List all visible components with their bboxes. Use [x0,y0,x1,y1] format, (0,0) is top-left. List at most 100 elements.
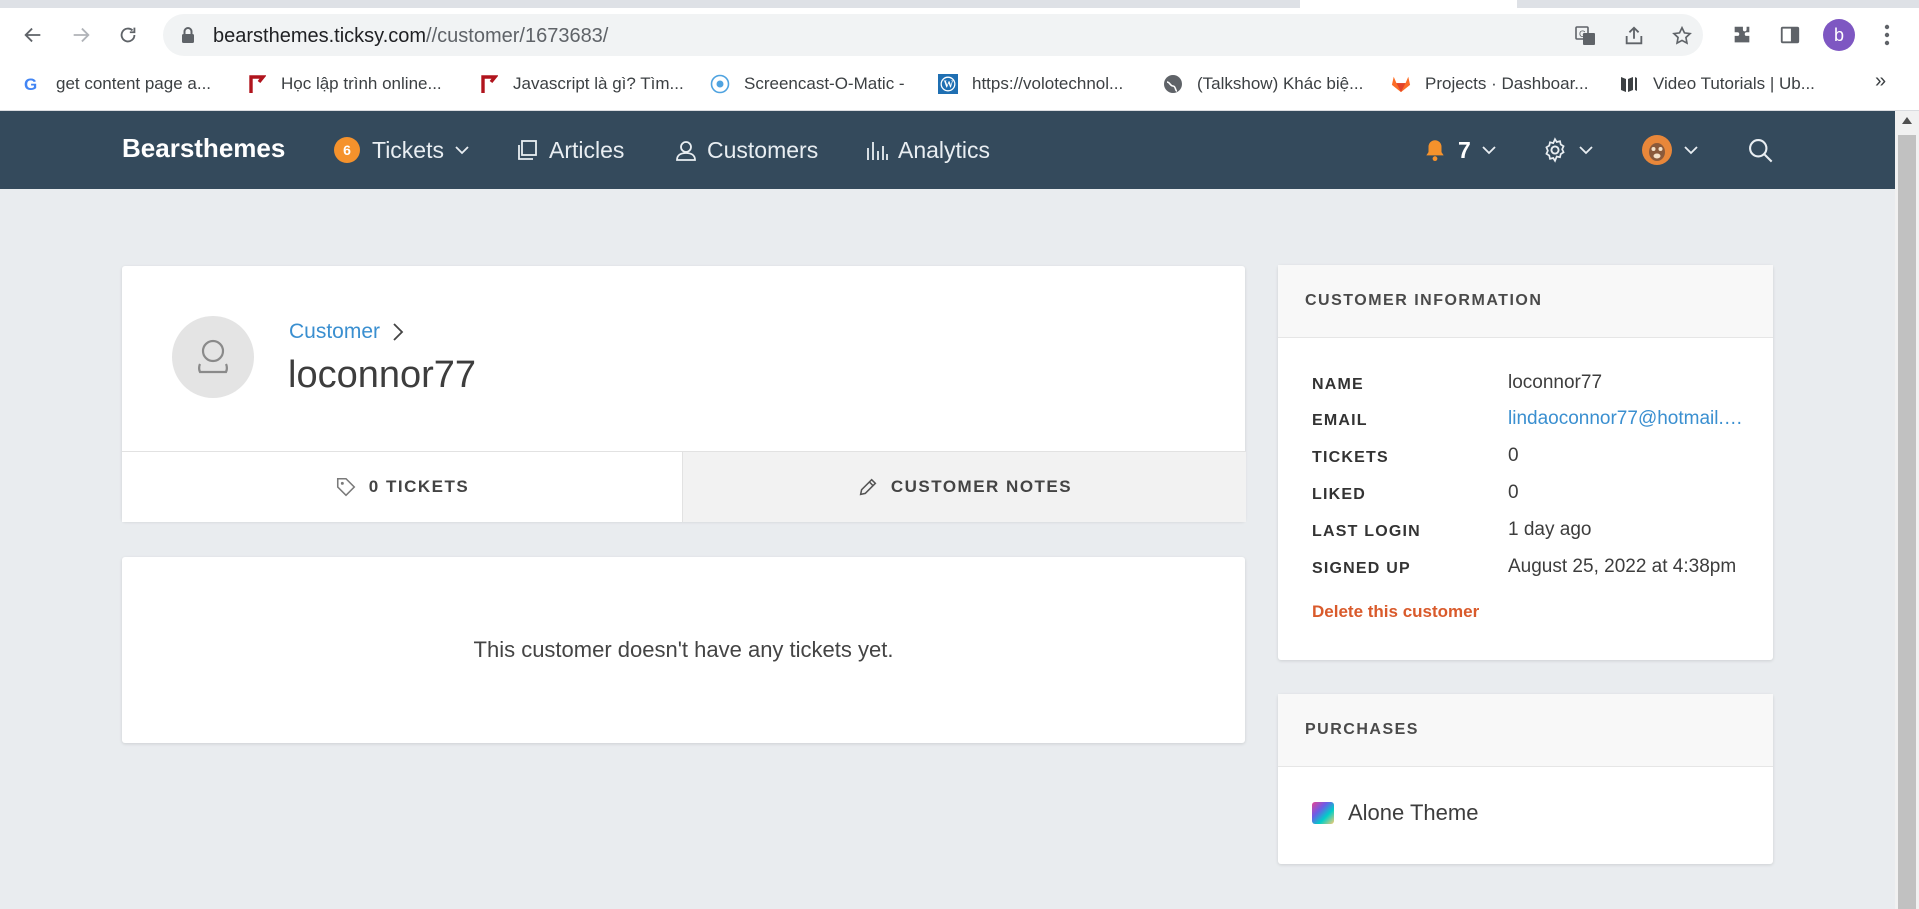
empty-tickets-message: This customer doesn't have any tickets y… [473,637,894,662]
address-bar[interactable]: bearsthemes.ticksy.com//customer/1673683… [163,14,1703,56]
reload-button[interactable] [113,20,143,50]
svg-text:W: W [943,80,953,91]
gear-icon [1545,137,1565,163]
user-menu-button[interactable] [1641,133,1699,167]
notifications-button[interactable]: 7 [1422,133,1497,167]
tab-customer-notes[interactable]: CUSTOMER NOTES [682,451,1246,522]
info-key: TICKETS [1312,449,1389,466]
share-icon [1625,26,1643,45]
customer-profile-card: Customer loconnor77 0 TICKETS CUSTOMER N… [122,266,1246,522]
user-avatar-icon [1642,135,1672,165]
bookmark-item[interactable]: (Talkshow) Khác biệ... [1163,70,1363,98]
reload-icon [120,27,136,43]
nav-tickets-label: Tickets [372,136,444,163]
user-icon [676,141,696,161]
more-bookmarks-button[interactable]: » [1875,70,1886,93]
page-scrollbar[interactable] [1895,111,1919,909]
customer-avatar [172,316,254,398]
customer-name-title: loconnor77 [288,354,477,396]
url-text: bearsthemes.ticksy.com//customer/1673683… [213,25,608,48]
bookmark-item[interactable]: W https://volotechnol... [938,70,1123,98]
star-icon [1672,25,1692,45]
app-header: Bearsthemes 6 Tickets Articles Customers… [0,111,1895,189]
nav-customers-label: Customers [707,136,819,163]
bookmark-label: Video Tutorials | Ub... [1653,74,1815,93]
bookmark-item[interactable]: Javascript là gì? Tìm... [479,70,684,98]
share-button[interactable] [1621,23,1647,49]
nav-tickets[interactable]: 6 Tickets [334,133,480,167]
gitlab-icon [1391,74,1411,94]
tab-strip [0,0,1919,8]
info-value: 0 [1508,445,1519,466]
svg-text:G: G [1579,29,1586,39]
chevron-down-icon [455,146,469,155]
info-row-name: NAME loconnor77 [1312,369,1752,399]
bookmark-item[interactable]: Screencast-O-Matic - [710,70,905,98]
purchase-item-label: Alone Theme [1348,800,1479,825]
wordpress-icon: W [938,74,958,94]
nav-customers[interactable]: Customers [675,133,818,167]
tag-icon [336,477,356,497]
email-link[interactable]: lindaoconnor77@hotmail.com [1508,408,1746,430]
forward-button[interactable] [66,20,96,50]
globe-icon [1163,74,1183,94]
bookmark-item[interactable]: G get content page a... [22,70,211,98]
nav-articles[interactable]: Articles [517,133,624,167]
lock-icon [182,27,194,43]
browser-chrome: bearsthemes.ticksy.com//customer/1673683… [0,0,1919,111]
bookmark-item[interactable]: Video Tutorials | Ub... [1619,70,1815,98]
user-placeholder-icon [198,339,228,374]
bookmark-star-button[interactable] [1669,23,1695,49]
info-key: NAME [1312,376,1364,393]
info-key: LAST LOGIN [1312,523,1421,540]
scrollbar-thumb[interactable] [1898,135,1916,909]
theme-thumbnail-icon [1312,802,1334,824]
bookmark-label: Học lập trình online... [281,74,442,93]
tickets-count-badge: 6 [334,137,360,163]
back-button[interactable] [18,20,48,50]
purchases-heading: PURCHASES [1278,694,1773,767]
settings-button[interactable] [1542,133,1594,167]
tab-tickets[interactable]: 0 TICKETS [122,451,682,522]
breadcrumb-label: Customer [289,320,381,343]
info-value: August 25, 2022 at 4:38pm [1508,556,1737,577]
delete-customer-link[interactable]: Delete this customer [1312,602,1479,622]
search-button[interactable] [1746,133,1774,167]
info-row-tickets: TICKETS 0 [1312,442,1752,472]
google-icon: G [22,74,42,94]
scroll-up-arrow-icon[interactable] [1902,117,1912,124]
notifications-count: 7 [1458,136,1471,163]
screencast-icon [710,74,730,94]
chevron-down-icon [1579,146,1593,155]
tickets-panel: This customer doesn't have any tickets y… [122,557,1245,743]
nav-analytics[interactable]: Analytics [866,133,990,167]
analytics-icon [867,142,888,160]
brand-logo[interactable]: Bearsthemes [122,133,285,164]
info-row-last-login: LAST LOGIN 1 day ago [1312,516,1752,546]
translate-button[interactable]: G [1573,23,1599,49]
chevron-right-icon [393,323,404,341]
articles-icon [518,140,537,160]
breadcrumb-customer-link[interactable]: Customer [289,320,404,344]
extensions-button[interactable] [1727,20,1757,50]
side-panel-button[interactable] [1775,20,1805,50]
bookmark-item[interactable]: Projects · Dashboar... [1391,70,1588,98]
bookmark-label: https://volotechnol... [972,74,1124,93]
chevron-down-icon [1482,146,1496,155]
forward-arrow-icon [73,27,90,43]
purchase-item[interactable]: Alone Theme [1312,800,1478,826]
url-path: //customer/1673683/ [426,25,609,47]
tab-tickets-label: 0 TICKETS [368,477,470,496]
bookmark-label: Screencast-O-Matic - [744,74,905,93]
profile-avatar-button[interactable]: b [1823,19,1855,51]
search-icon [1749,139,1773,163]
nav-analytics-label: Analytics [898,136,991,163]
purchases-card: PURCHASES Alone Theme [1278,694,1773,864]
translate-icon: G [1575,26,1595,45]
browser-menu-button[interactable] [1872,20,1902,50]
info-value: 0 [1508,482,1519,503]
back-arrow-icon [24,27,41,43]
chevron-down-icon [1684,146,1698,155]
red-flag-icon [479,74,499,94]
bookmark-item[interactable]: Học lập trình online... [247,70,442,98]
